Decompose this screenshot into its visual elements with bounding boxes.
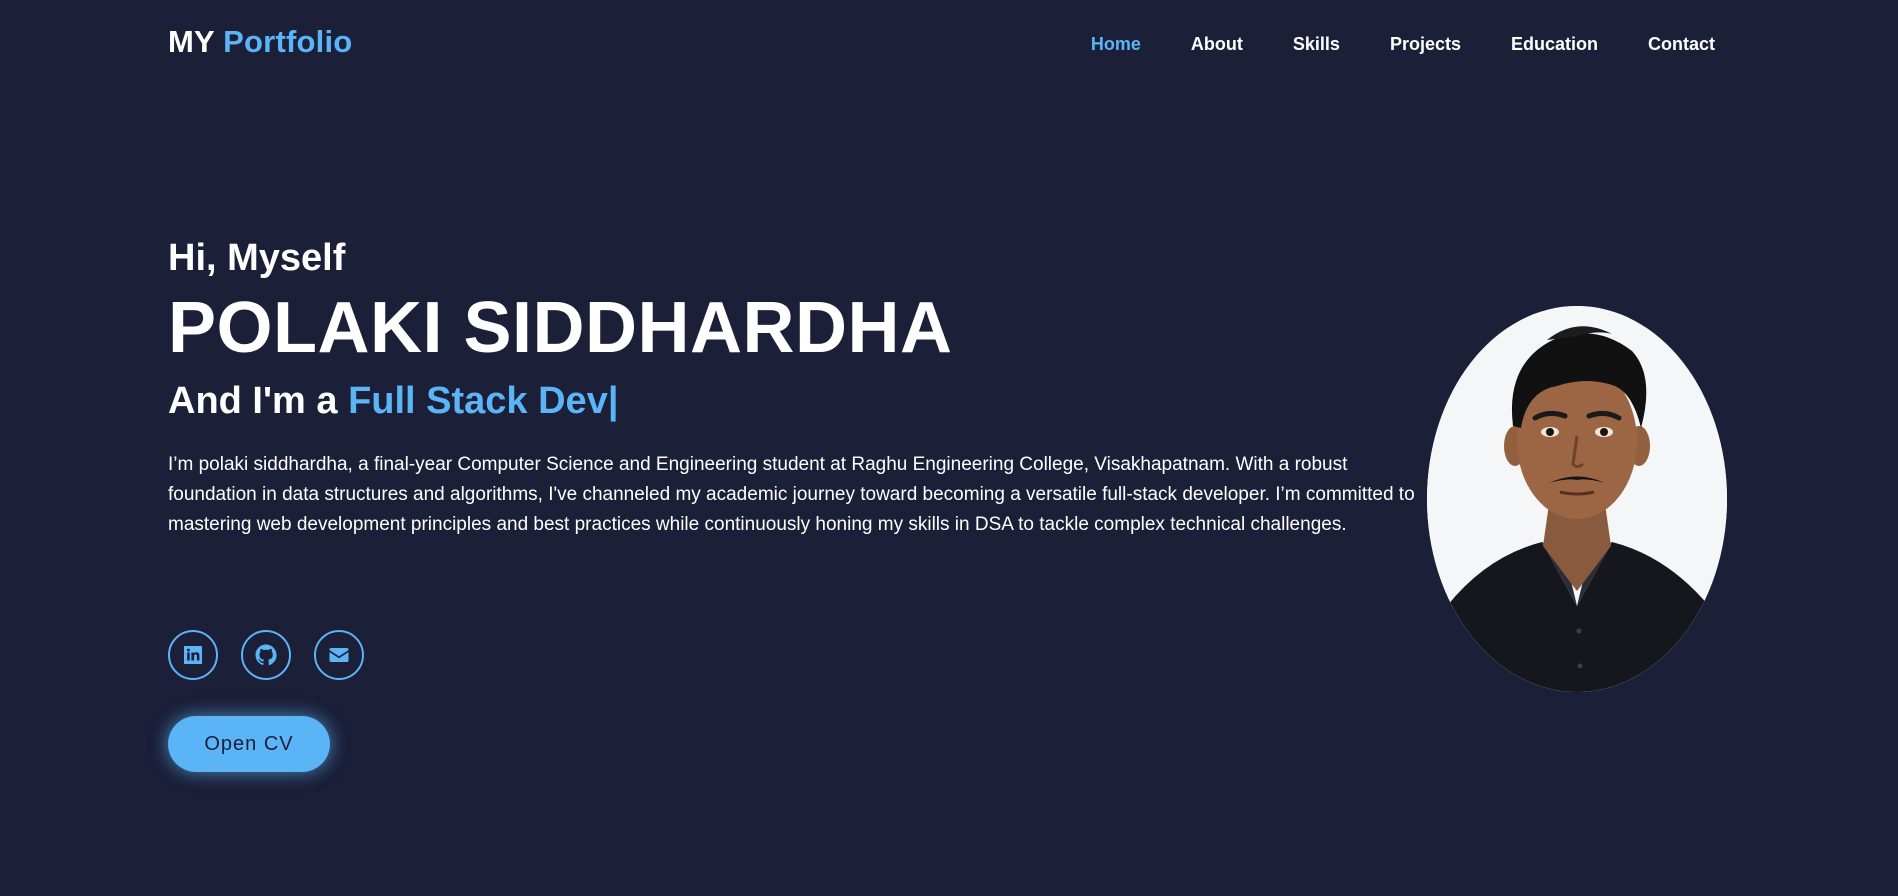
linkedin-icon <box>184 646 202 664</box>
profile-photo <box>1427 306 1727 692</box>
nav-contact[interactable]: Contact <box>1648 34 1715 55</box>
logo-prefix: MY <box>168 24 215 59</box>
hero-role: And I'm a Full Stack Dev| <box>168 376 1428 426</box>
open-cv-button[interactable]: Open CV <box>168 716 330 772</box>
role-prefix: And I'm a <box>168 380 338 422</box>
github-link[interactable] <box>241 630 291 680</box>
portfolio-page: MY Portfolio Home About Skills Projects … <box>0 0 1898 896</box>
envelope-icon <box>329 648 349 662</box>
profile-portrait-illustration <box>1427 306 1727 692</box>
email-link[interactable] <box>314 630 364 680</box>
linkedin-link[interactable] <box>168 630 218 680</box>
hero-greeting: Hi, Myself <box>168 237 346 279</box>
hero-section: Hi, Myself POLAKI SIDDHARDHA And I'm a F… <box>168 232 1428 540</box>
site-header: MY Portfolio Home About Skills Projects … <box>0 0 1898 90</box>
role-typed-text: Full Stack Dev| <box>348 380 619 422</box>
nav-skills[interactable]: Skills <box>1293 34 1340 55</box>
site-logo[interactable]: MY Portfolio <box>168 24 352 60</box>
github-icon <box>255 644 277 666</box>
nav-home[interactable]: Home <box>1091 34 1141 55</box>
social-links <box>168 630 364 680</box>
logo-accent: Portfolio <box>223 24 353 59</box>
hero-name: POLAKI SIDDHARDHA <box>168 288 953 368</box>
main-nav: Home About Skills Projects Education Con… <box>1091 34 1715 55</box>
nav-projects[interactable]: Projects <box>1390 34 1461 55</box>
nav-education[interactable]: Education <box>1511 34 1598 55</box>
hero-bio: I’m polaki siddhardha, a final-year Comp… <box>168 454 1415 535</box>
nav-about[interactable]: About <box>1191 34 1243 55</box>
